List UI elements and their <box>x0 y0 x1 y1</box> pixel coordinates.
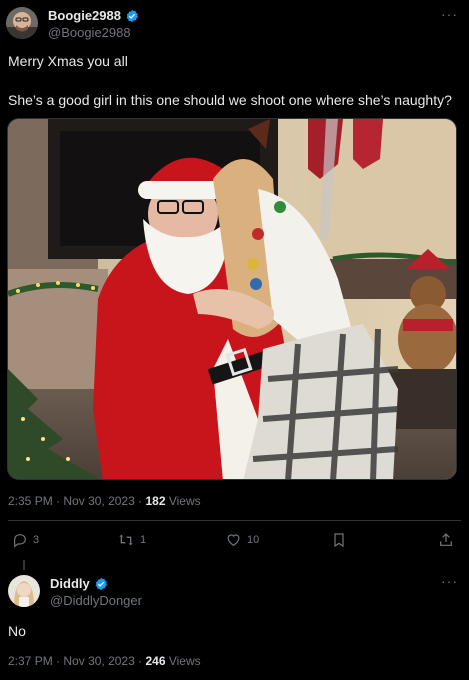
reply-button[interactable]: 3 <box>12 532 39 548</box>
post-text-line1: Merry Xmas you all <box>8 53 128 69</box>
share-button[interactable] <box>438 532 454 548</box>
post-views-count: 182 <box>145 494 166 508</box>
reply-metadata: 2:37 PM · Nov 30, 2023 · 246 Views <box>8 654 201 668</box>
heart-icon <box>227 534 240 547</box>
more-options-icon[interactable]: ··· <box>441 6 458 22</box>
author-handle[interactable]: @Boogie2988 <box>48 25 131 40</box>
post-metadata: 2:35 PM · Nov 30, 2023 · 182 Views <box>8 494 201 508</box>
author-display-name[interactable]: Boogie2988 <box>48 8 121 23</box>
reply-text: No <box>8 623 26 639</box>
author-avatar[interactable] <box>6 7 38 39</box>
author-name-row: Boogie2988 <box>48 8 139 23</box>
reply-display-name[interactable]: Diddly <box>50 576 90 591</box>
reply-count: 3 <box>33 534 40 546</box>
post-text-line2: She’s a good girl in this one should we … <box>8 92 452 108</box>
repost-button[interactable]: 1 <box>117 532 146 548</box>
verified-badge-icon <box>126 9 138 22</box>
post-time[interactable]: 2:35 PM <box>8 494 53 508</box>
post-actions: 3 1 10 <box>0 528 469 554</box>
post-views-label: Views <box>168 494 201 508</box>
share-icon <box>440 533 452 546</box>
divider-top <box>8 520 461 521</box>
bookmark-button[interactable] <box>331 532 347 548</box>
reply-views-count: 246 <box>145 654 166 668</box>
post-photo[interactable] <box>7 118 457 480</box>
reply-icon <box>13 534 26 548</box>
reply-avatar-image <box>8 575 40 607</box>
christmas-photo-image <box>8 119 456 479</box>
repost-icon <box>119 534 133 546</box>
reply-name-row: Diddly <box>50 576 108 591</box>
reply-views-label: Views <box>168 654 201 668</box>
thread-connector <box>23 560 25 570</box>
post-date[interactable]: Nov 30, 2023 <box>63 494 134 508</box>
reply-date[interactable]: Nov 30, 2023 <box>63 654 134 668</box>
reply-more-options-icon[interactable]: ··· <box>441 573 458 589</box>
reply-time[interactable]: 2:37 PM <box>8 654 53 668</box>
like-button[interactable]: 10 <box>225 532 259 548</box>
verified-badge-icon <box>95 577 107 590</box>
like-count: 10 <box>247 534 260 546</box>
reply-author-handle[interactable]: @DiddlyDonger <box>50 593 142 608</box>
author-avatar-image <box>6 7 38 39</box>
bookmark-icon <box>334 533 344 548</box>
repost-count: 1 <box>140 534 147 546</box>
reply-author-avatar[interactable] <box>8 575 40 607</box>
